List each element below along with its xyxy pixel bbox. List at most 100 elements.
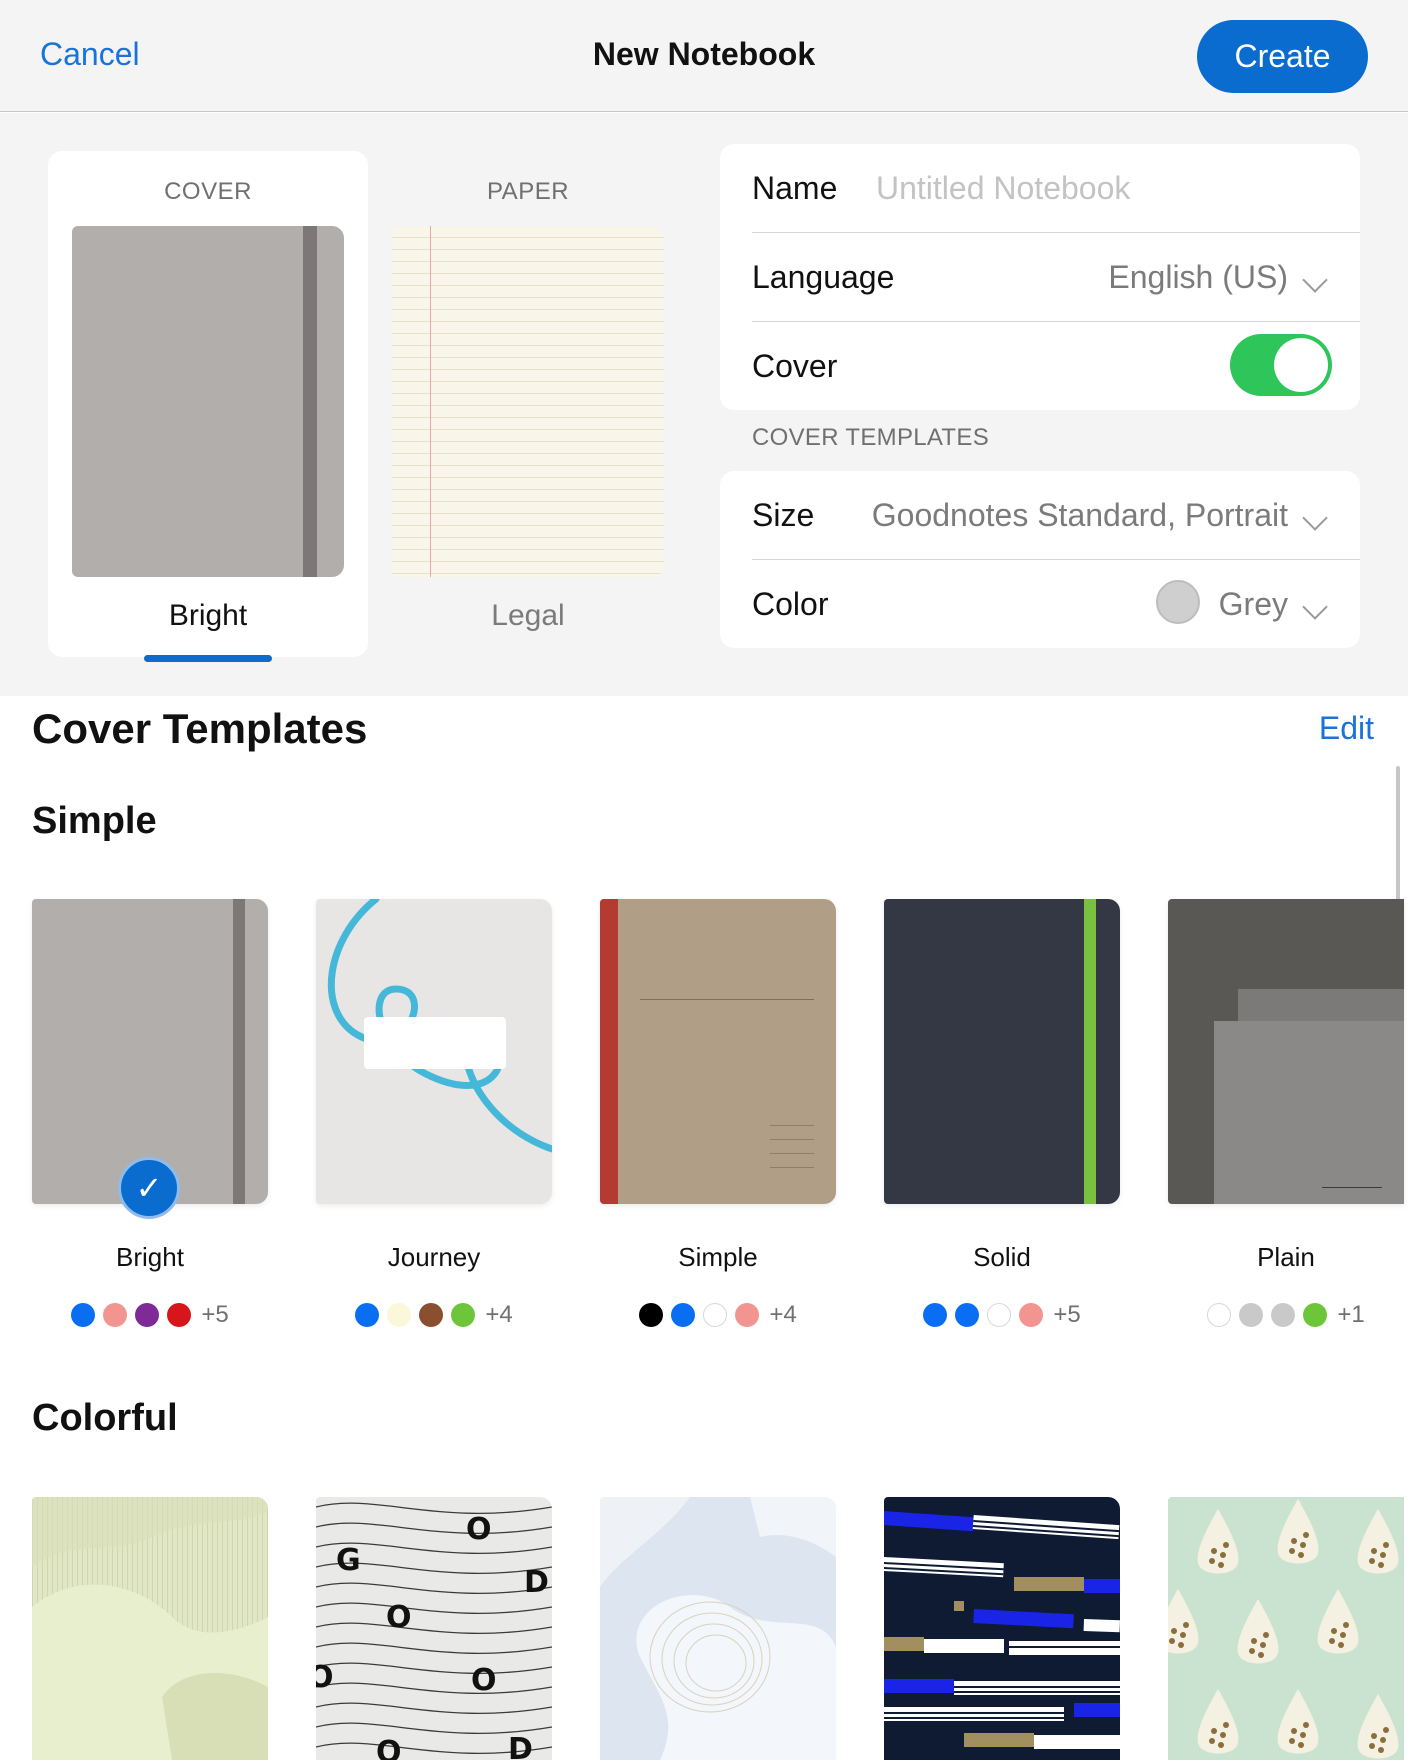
label-line (770, 1153, 814, 1154)
template-name: Bright (116, 1242, 184, 1272)
paper-preview-name[interactable]: Legal (392, 599, 664, 633)
letter: D (508, 1732, 533, 1760)
color-swatch[interactable] (987, 1303, 1012, 1327)
size-label: Size (752, 497, 815, 533)
color-options[interactable]: +1 (1168, 1300, 1404, 1330)
size-value: Goodnotes Standard, Portrait (871, 497, 1288, 533)
color-swatch[interactable] (1271, 1303, 1296, 1327)
more-colors-count: +4 (769, 1301, 797, 1328)
color-options[interactable]: +4 (600, 1300, 836, 1330)
cover-elastic-band (303, 226, 317, 577)
template-solid[interactable] (884, 899, 1120, 1204)
good-letters-art: G O O D O O O D (316, 1502, 552, 1760)
more-colors-count: +4 (485, 1301, 513, 1328)
color-options[interactable]: +5 (884, 1300, 1120, 1330)
template-navy-stripes[interactable] (884, 1497, 1120, 1760)
template-plain[interactable] (1168, 899, 1404, 1204)
color-swatch[interactable] (703, 1303, 728, 1327)
label-line (770, 1125, 814, 1126)
color-swatch[interactable] (71, 1303, 96, 1327)
paper-preview-thumbnail[interactable] (392, 226, 664, 577)
title-line (640, 999, 814, 1000)
selected-checkmark-icon: ✓ (118, 1157, 180, 1219)
template-blue-marble[interactable] (600, 1497, 836, 1760)
paper-heading: PAPER (486, 178, 570, 205)
letter: O (386, 1600, 412, 1635)
color-swatch[interactable] (167, 1303, 192, 1327)
color-options[interactable]: +4 (316, 1300, 552, 1330)
cover-toggle-row: Cover (752, 322, 1360, 410)
journey-ribbon-art (327, 899, 552, 1153)
template-good-letters[interactable]: G O O D O O O D (316, 1497, 552, 1760)
cancel-button[interactable]: Cancel (40, 36, 140, 73)
color-label: Color (752, 586, 829, 622)
size-row[interactable]: Size Goodnotes Standard, Portrait (752, 471, 1360, 559)
notebook-details-card: Name Untitled Notebook Language English … (720, 144, 1360, 410)
cover-template-options-card: Size Goodnotes Standard, Portrait Color … (720, 471, 1360, 648)
cover-templates-caption: COVER TEMPLATES (752, 424, 989, 451)
elastic-band (233, 899, 245, 1204)
color-swatch (1156, 580, 1200, 624)
color-swatch[interactable] (1239, 1303, 1264, 1327)
plain-panel (1214, 1021, 1404, 1204)
template-name: Simple (678, 1242, 758, 1272)
color-swatch[interactable] (1019, 1303, 1044, 1327)
template-green-waves[interactable] (32, 1497, 268, 1760)
letter: O (466, 1512, 492, 1547)
color-swatch[interactable] (103, 1303, 128, 1327)
nav-bar: New Notebook Cancel Create (0, 0, 1408, 112)
label-line (770, 1167, 814, 1168)
label-line (770, 1139, 814, 1140)
chevron-down-icon (1302, 267, 1328, 293)
color-swatch[interactable] (1303, 1303, 1328, 1327)
letter: O (376, 1735, 402, 1760)
color-swatch[interactable] (923, 1303, 948, 1327)
color-value: Grey (1218, 586, 1288, 622)
language-row[interactable]: Language English (US) (752, 233, 1360, 321)
color-swatch[interactable] (135, 1303, 160, 1327)
group-title-simple: Simple (32, 800, 157, 842)
name-row[interactable]: Name Untitled Notebook (752, 144, 1360, 232)
color-swatch[interactable] (355, 1303, 380, 1327)
chevron-down-icon (1302, 594, 1328, 620)
name-label: Name (752, 170, 838, 206)
language-value: English (US) (1108, 259, 1288, 295)
navy-stripes-art (884, 1511, 1120, 1749)
language-label: Language (752, 259, 895, 295)
color-swatch[interactable] (387, 1303, 412, 1327)
name-field[interactable]: Untitled Notebook (876, 170, 1130, 207)
color-swatch[interactable] (735, 1303, 760, 1327)
color-swatch[interactable] (671, 1303, 696, 1327)
group-title-colorful: Colorful (32, 1397, 178, 1439)
more-colors-count: +1 (1337, 1301, 1365, 1328)
elastic-band (1084, 899, 1096, 1204)
template-name: Plain (1257, 1242, 1315, 1272)
mint-drops-art (1168, 1499, 1399, 1759)
color-swatch[interactable] (1207, 1303, 1232, 1327)
chevron-down-icon (1302, 505, 1328, 531)
template-simple[interactable] (600, 899, 836, 1204)
template-name: Solid (973, 1242, 1031, 1272)
color-swatch[interactable] (451, 1303, 476, 1327)
cover-toggle[interactable] (1230, 334, 1332, 396)
cover-label: Cover (752, 348, 838, 384)
label-line (1322, 1187, 1382, 1188)
cover-heading: COVER (164, 178, 252, 205)
template-journey[interactable] (316, 899, 552, 1204)
color-swatch[interactable] (639, 1303, 664, 1327)
cover-preview-name: Bright (168, 599, 248, 632)
settings-panel: COVER PAPER Bright Legal Name Untitled N… (0, 113, 1408, 696)
cover-preview-thumbnail[interactable] (72, 226, 344, 577)
blue-marble-art (600, 1497, 836, 1760)
create-button[interactable]: Create (1197, 20, 1368, 93)
cover-templates-title: Cover Templates (32, 705, 368, 752)
edit-button[interactable]: Edit (1319, 710, 1374, 747)
more-colors-count: +5 (1053, 1301, 1081, 1328)
color-row[interactable]: Color Grey (752, 560, 1360, 648)
color-swatch[interactable] (419, 1303, 444, 1327)
color-options[interactable]: +5 (32, 1300, 268, 1330)
template-name: Journey (387, 1242, 481, 1272)
toggle-knob (1274, 338, 1328, 392)
color-swatch[interactable] (955, 1303, 980, 1327)
template-mint-drops[interactable] (1168, 1497, 1404, 1760)
